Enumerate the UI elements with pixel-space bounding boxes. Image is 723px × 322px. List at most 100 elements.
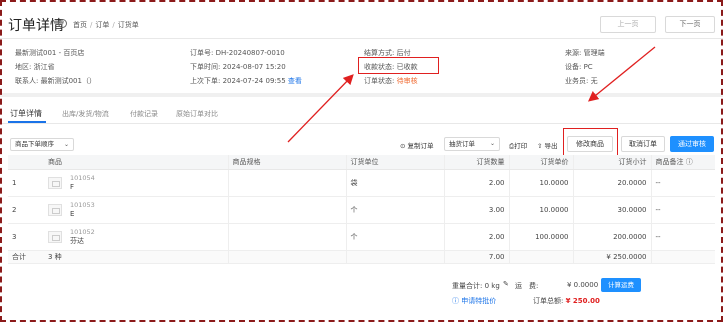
- product-image: [48, 230, 62, 243]
- export-label: 导出: [544, 142, 558, 150]
- export-button[interactable]: ⇧ 导出: [537, 140, 558, 150]
- order-total: 订单总额: ¥ 250.00: [533, 296, 600, 306]
- highlight-box-payment: [358, 57, 439, 74]
- calc-freight-button[interactable]: 计算运费: [601, 278, 641, 292]
- col-index: [8, 155, 44, 170]
- table-total-row: 合计 3 种 7.00 ¥ 250.0000: [8, 250, 715, 264]
- cancel-order-button[interactable]: 取消订单: [621, 136, 665, 152]
- table-header-row: 商品 商品规格 订货单位 订货数量 订货单价 订货小计 商品备注 ⓘ: [8, 155, 715, 170]
- table-row: 2 101053 E 个 3.00 10.0000 30.0000 --: [8, 196, 715, 224]
- product-cell: 101054 F: [44, 169, 229, 197]
- price-cell: 10.0000: [509, 196, 574, 224]
- chevron-down-icon: ⌄: [63, 141, 69, 148]
- order-status-value: 待审核: [396, 77, 418, 85]
- tab-shipping[interactable]: 出库/发货/物流: [62, 109, 109, 119]
- order-status: 订单状态: 待审核: [364, 76, 418, 86]
- total-remark-empty: [651, 250, 715, 264]
- approve-button[interactable]: 通过审核: [670, 136, 714, 152]
- chevron-down-icon: ⌄: [489, 140, 495, 147]
- view-last-order-link[interactable]: 查看: [288, 77, 302, 85]
- col-remark-label: 商品备注: [655, 157, 684, 166]
- print-button[interactable]: ⎙打印: [509, 140, 527, 151]
- table-row: 1 101054 F 袋 2.00 10.0000 20.0000 --: [8, 169, 715, 197]
- breadcrumb-current: 订货单: [117, 21, 139, 29]
- unit-cell: 个: [346, 196, 445, 224]
- highlight-box-modify: [563, 128, 618, 156]
- sort-select[interactable]: 商品下单顺序 ⌄: [10, 138, 74, 151]
- tabs-divider: [0, 123, 723, 124]
- row-index: 3: [8, 223, 44, 251]
- product-image: [48, 203, 62, 216]
- spec-cell: [228, 169, 347, 197]
- copy-order-label: 复制订单: [407, 142, 434, 150]
- total-qty: 7.00: [444, 250, 510, 264]
- help-icon: ⓘ: [452, 297, 459, 305]
- header-divider: [0, 38, 723, 39]
- help-icon[interactable]: ⓘ: [686, 158, 693, 166]
- qty-cell: 2.00: [444, 169, 510, 197]
- prev-page-button[interactable]: 上一页: [600, 16, 656, 33]
- edit-freight-icon[interactable]: ✎: [503, 280, 509, 288]
- help-icon[interactable]: ?: [58, 19, 67, 28]
- subtotal-cell: 30.0000: [573, 196, 652, 224]
- qty-cell: 3.00: [444, 196, 510, 224]
- spec-cell: [228, 223, 347, 251]
- order-type-select[interactable]: 抽货订单 ⌄: [444, 137, 500, 151]
- total-amount: ¥ 250.0000: [573, 250, 652, 264]
- region-text: 地区: 浙江省: [15, 63, 55, 71]
- tab-payments[interactable]: 付款记录: [130, 109, 158, 119]
- product-name: 芬达: [70, 236, 84, 245]
- col-spec: 商品规格: [228, 155, 347, 170]
- last-order-time: 上次下单: 2024-07-24 09:55: [190, 77, 286, 85]
- freight-value: ¥ 0.0000: [567, 281, 599, 289]
- table-row: 3 101052 芬达 个 2.00 100.0000 200.0000 --: [8, 223, 715, 251]
- tab-order-detail[interactable]: 订单详情: [10, 108, 42, 119]
- total-kinds: 3 种: [44, 250, 229, 264]
- total-unit-empty: [346, 250, 445, 264]
- tab-original-compare[interactable]: 原始订单对比: [176, 109, 218, 119]
- remark-cell: --: [651, 196, 715, 224]
- product-code: 101052: [70, 227, 95, 236]
- price-cell: 10.0000: [509, 169, 574, 197]
- order-number: 订单号: DH-20240807-0010: [190, 49, 285, 57]
- subtotal-cell: 200.0000: [573, 223, 652, 251]
- print-label: 打印: [514, 142, 528, 150]
- qty-cell: 2.00: [444, 223, 510, 251]
- weight-total: 重量合计: 0 kg: [452, 282, 500, 290]
- col-product: 商品: [44, 155, 229, 170]
- next-page-button[interactable]: 下一页: [665, 16, 715, 33]
- remark-cell: --: [651, 223, 715, 251]
- copy-order-button[interactable]: ⊙ 复制订单: [400, 140, 434, 150]
- apply-price-link[interactable]: ⓘ 申请特批价: [452, 296, 496, 306]
- row-index: 2: [8, 196, 44, 224]
- order-items-table: 商品 商品规格 订货单位 订货数量 订货单价 订货小计 商品备注 ⓘ 1 101…: [8, 155, 715, 264]
- product-cell: 101052 芬达: [44, 223, 229, 251]
- order-total-label: 订单总额:: [533, 297, 564, 305]
- freight-label: 运 费:: [515, 282, 539, 290]
- order-total-value: ¥ 250.00: [565, 297, 600, 305]
- device-text: 设备: PC: [565, 63, 593, 71]
- spec-cell: [228, 196, 347, 224]
- col-unit: 订货单位: [346, 155, 445, 170]
- subtotal-cell: 20.0000: [573, 169, 652, 197]
- product-code: 101053: [70, 200, 95, 209]
- product-code: 101054: [70, 173, 95, 182]
- remark-cell: --: [651, 169, 715, 197]
- last-order-text: 上次下单: 2024-07-24 09:55 查看: [190, 76, 302, 86]
- order-type-value: 抽货订单: [449, 140, 475, 148]
- total-label: 合计: [8, 250, 44, 264]
- unit-cell: 个: [346, 223, 445, 251]
- apply-price-label: 申请特批价: [461, 297, 497, 305]
- breadcrumb-order[interactable]: 订单: [95, 21, 109, 29]
- salesman-text: 业务员: 无: [565, 77, 598, 85]
- product-name: F: [70, 182, 75, 191]
- product-image: [48, 176, 62, 189]
- col-remark: 商品备注 ⓘ: [651, 155, 715, 170]
- copy-icon: ⊙: [400, 142, 406, 150]
- sort-select-value: 商品下单顺序: [15, 140, 54, 148]
- product-cell: 101053 E: [44, 196, 229, 224]
- price-cell: 100.0000: [509, 223, 574, 251]
- col-subtotal: 订货小计: [573, 155, 652, 170]
- col-price: 订货单价: [509, 155, 574, 170]
- breadcrumb-home[interactable]: 首页: [73, 21, 87, 29]
